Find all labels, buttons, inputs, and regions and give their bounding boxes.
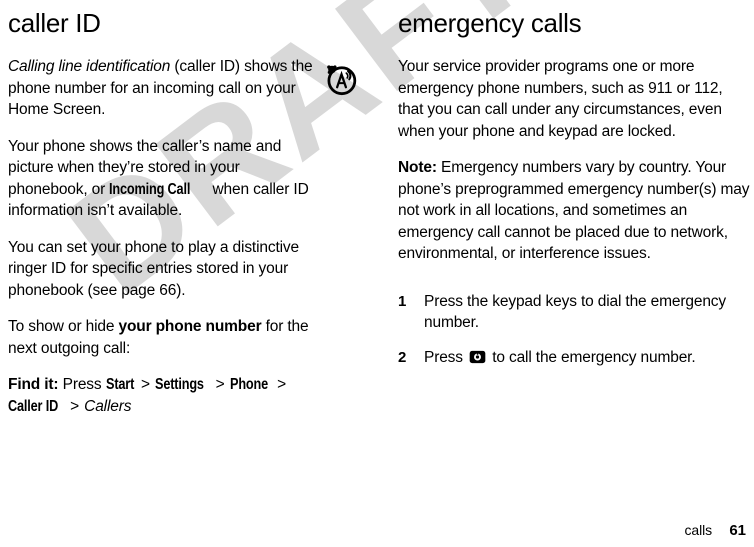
paragraph-emergency-numbers: Your service provider programs one or mo… xyxy=(398,58,723,140)
find-it-press: Press xyxy=(62,376,102,393)
step-item-2: 2 Press to call the emergency number. xyxy=(398,347,750,369)
paragraph-show-hide-number: To show or hide your phone number for th… xyxy=(8,316,318,359)
menu-separator-1: > xyxy=(141,376,150,393)
step-text-2-after: to call the emergency number. xyxy=(488,348,696,366)
menu-item-settings[interactable]: Settings xyxy=(155,374,204,396)
menu-item-start[interactable]: Start xyxy=(106,374,134,396)
footer-section-name: calls xyxy=(684,522,712,538)
paragraph-caller-id-intro: Calling line identification (caller ID) … xyxy=(8,56,318,121)
page-title-emergency-calls: emergency calls xyxy=(398,8,582,38)
find-it-label: Find it: xyxy=(8,376,59,393)
menu-item-callers[interactable]: Callers xyxy=(84,398,131,415)
paragraph-caller-name-picture: Your phone shows the caller’s name and p… xyxy=(8,136,318,222)
menu-separator-3: > xyxy=(277,376,286,393)
note-label: Note: xyxy=(398,159,437,176)
caller-id-antenna-icon xyxy=(327,65,357,96)
menu-item-caller-id[interactable]: Caller ID xyxy=(8,396,58,418)
step-text-2-before: Press xyxy=(424,348,468,366)
menu-separator-4: > xyxy=(70,397,79,415)
page-title-caller-id: caller ID xyxy=(8,8,101,38)
paragraph-ringer-id: You can set your phone to play a distinc… xyxy=(8,238,299,299)
paragraph-emergency-note: Note: Emergency numbers vary by country.… xyxy=(398,157,750,265)
step-number-1: 1 xyxy=(398,292,407,310)
paragraph-show-hide-number-a: To show or hide xyxy=(8,318,119,335)
step-number-2: 2 xyxy=(398,348,407,366)
page-footer: calls 61 xyxy=(0,522,746,539)
footer-page-number: 61 xyxy=(729,522,746,539)
manual-page: caller ID Calling line identification (c… xyxy=(0,0,754,547)
emergency-call-steps: 1 Press the keypad keys to dial the emerg… xyxy=(398,291,750,369)
find-it-menu-path: Find it: Press Start > Settings > Phone > C… xyxy=(8,374,318,417)
menu-item-phone[interactable]: Phone xyxy=(230,374,268,396)
left-column: caller ID Calling line identification (c… xyxy=(8,8,318,417)
step-text-1: Press the keypad keys to dial the emerge… xyxy=(424,292,726,332)
note-body: Emergency numbers vary by country. Your … xyxy=(398,159,750,262)
menu-separator-2: > xyxy=(215,376,225,393)
term-calling-line-identification: Calling line identification xyxy=(8,58,171,75)
ui-string-incoming-call: Incoming Call xyxy=(109,180,191,198)
step-item-1: 1 Press the keypad keys to dial the emerg… xyxy=(398,291,750,334)
send-call-key-icon xyxy=(469,350,486,363)
emphasis-your-phone-number: your phone number xyxy=(118,318,262,335)
right-column: emergency calls Your service provider pr… xyxy=(398,8,750,368)
